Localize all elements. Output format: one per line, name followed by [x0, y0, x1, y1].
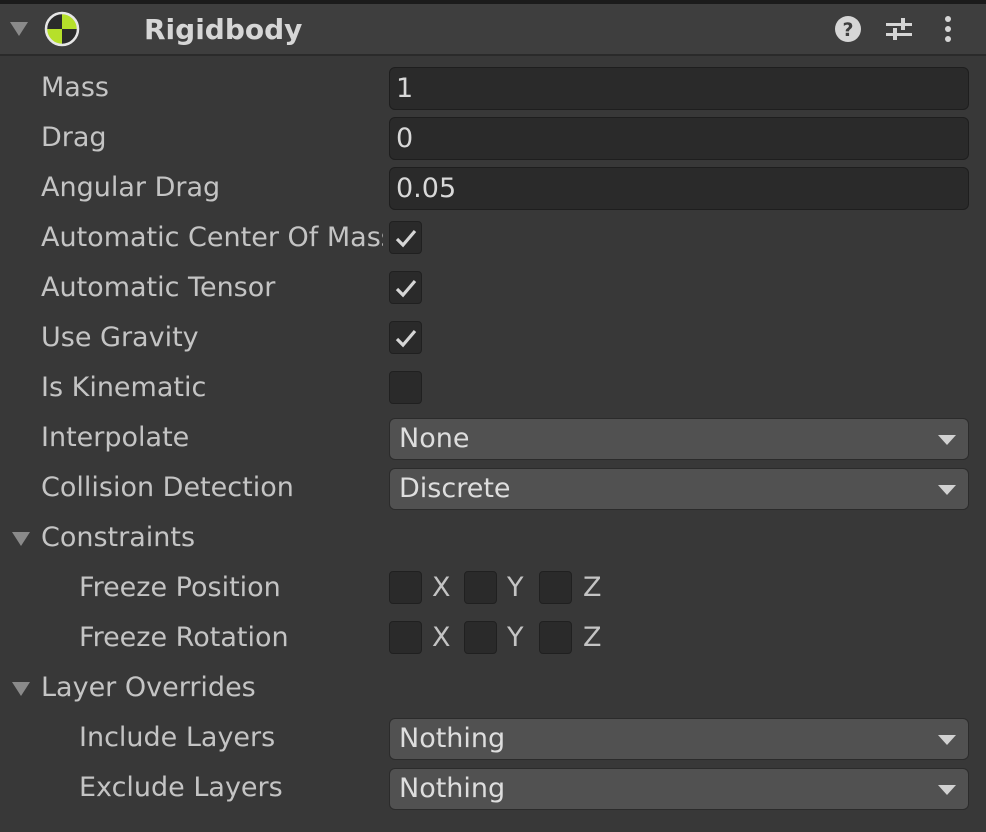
- freeze-rotation-y-label: Y: [507, 622, 524, 653]
- interpolate-label: Interpolate: [41, 422, 190, 453]
- checkmark-icon: [395, 329, 417, 348]
- freeze-position-label: Freeze Position: [79, 572, 281, 603]
- automatic-tensor-label: Automatic Tensor: [41, 272, 276, 303]
- is-kinematic-label: Is Kinematic: [41, 372, 207, 403]
- collision-detection-label: Collision Detection: [41, 472, 294, 503]
- dropdown-arrow-icon: [938, 735, 956, 745]
- rigidbody-icon: [44, 11, 80, 47]
- freeze-rotation-z-checkbox[interactable]: [539, 621, 572, 654]
- help-icon[interactable]: ?: [833, 14, 863, 44]
- include-layers-dropdown[interactable]: Nothing: [389, 718, 969, 760]
- angular-drag-label: Angular Drag: [41, 172, 221, 203]
- constraints-foldout-icon[interactable]: [12, 532, 30, 546]
- exclude-layers-dropdown[interactable]: Nothing: [389, 768, 969, 810]
- freeze-position-y-label: Y: [507, 572, 524, 603]
- collision-detection-value: Discrete: [399, 473, 511, 504]
- collision-detection-dropdown[interactable]: Discrete: [389, 468, 969, 510]
- freeze-rotation-x-label: X: [432, 622, 451, 653]
- freeze-rotation-x-checkbox[interactable]: [389, 621, 422, 654]
- layer-overrides-foldout-icon[interactable]: [12, 682, 30, 696]
- mass-label: Mass: [41, 72, 109, 103]
- use-gravity-checkbox[interactable]: [389, 321, 422, 354]
- include-layers-value: Nothing: [399, 723, 506, 754]
- include-layers-label: Include Layers: [79, 722, 276, 753]
- more-options-icon[interactable]: [933, 14, 963, 44]
- automatic-center-of-mass-checkbox[interactable]: [389, 221, 422, 254]
- freeze-rotation-label: Freeze Rotation: [79, 622, 289, 653]
- svg-text:?: ?: [842, 19, 853, 41]
- mass-input[interactable]: 1: [389, 67, 969, 110]
- use-gravity-label: Use Gravity: [41, 322, 199, 353]
- interpolate-dropdown[interactable]: None: [389, 418, 969, 460]
- dropdown-arrow-icon: [938, 785, 956, 795]
- freeze-position-x-checkbox[interactable]: [389, 571, 422, 604]
- exclude-layers-label: Exclude Layers: [79, 772, 283, 803]
- collapse-arrow-icon[interactable]: [10, 22, 28, 36]
- drag-label: Drag: [41, 122, 107, 153]
- drag-input[interactable]: 0: [389, 117, 969, 160]
- automatic-tensor-checkbox[interactable]: [389, 271, 422, 304]
- is-kinematic-checkbox[interactable]: [389, 371, 422, 404]
- dropdown-arrow-icon: [938, 435, 956, 445]
- freeze-position-x-label: X: [432, 572, 451, 603]
- freeze-position-y-checkbox[interactable]: [464, 571, 497, 604]
- dropdown-arrow-icon: [938, 485, 956, 495]
- freeze-position-z-checkbox[interactable]: [539, 571, 572, 604]
- automatic-center-of-mass-label: Automatic Center Of Mass: [41, 222, 383, 253]
- component-header[interactable]: Rigidbody ?: [0, 4, 986, 56]
- angular-drag-input[interactable]: 0.05: [389, 167, 969, 210]
- component-title: Rigidbody: [144, 13, 303, 46]
- layer-overrides-label[interactable]: Layer Overrides: [41, 672, 256, 703]
- interpolate-value: None: [399, 423, 470, 454]
- exclude-layers-value: Nothing: [399, 773, 506, 804]
- checkmark-icon: [395, 229, 417, 248]
- checkmark-icon: [395, 279, 417, 298]
- freeze-rotation-y-checkbox[interactable]: [464, 621, 497, 654]
- presets-icon[interactable]: [884, 14, 914, 44]
- freeze-rotation-z-label: Z: [583, 622, 602, 653]
- freeze-position-z-label: Z: [583, 572, 602, 603]
- constraints-label[interactable]: Constraints: [41, 522, 195, 553]
